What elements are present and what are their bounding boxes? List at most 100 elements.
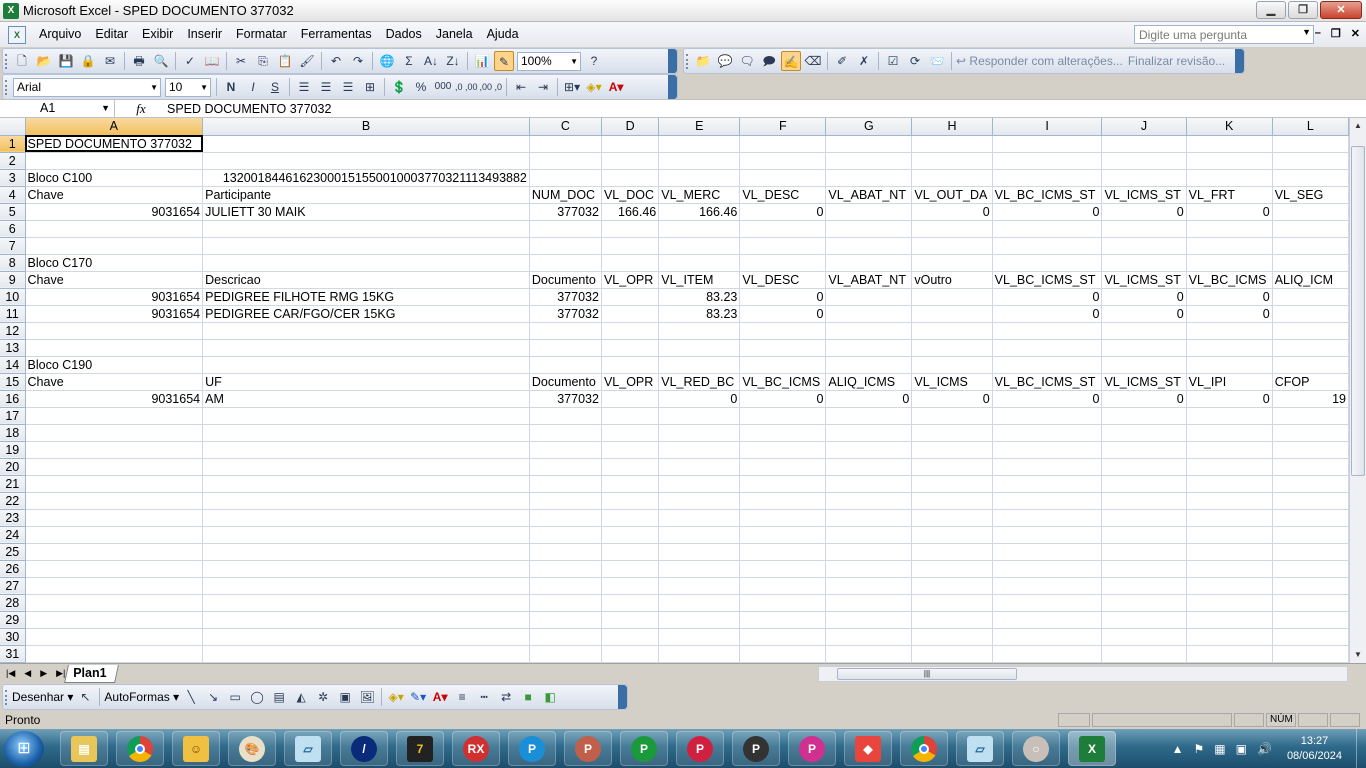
cell[interactable] (529, 526, 602, 544)
diagram-icon[interactable]: ✲ (313, 687, 333, 707)
cell[interactable] (529, 152, 602, 170)
row-header[interactable]: 12 (0, 322, 26, 340)
cell[interactable] (739, 611, 827, 629)
sort-descending-icon[interactable]: Z↓ (443, 51, 463, 71)
cell[interactable] (1186, 645, 1273, 663)
cell[interactable] (911, 645, 993, 663)
cell[interactable]: VL_ABAT_NT (825, 186, 913, 204)
cell[interactable] (601, 220, 660, 238)
row-header[interactable]: 7 (0, 237, 26, 255)
column-header[interactable]: J (1101, 118, 1187, 136)
dash-style-icon[interactable]: ┅ (474, 687, 494, 707)
cell[interactable] (739, 407, 827, 425)
picture-icon[interactable]: 🖼 (357, 687, 377, 707)
cell[interactable] (739, 458, 827, 476)
cell[interactable] (658, 509, 741, 527)
taskbar-app-p1[interactable]: P (508, 731, 556, 766)
cell[interactable] (825, 407, 913, 425)
shadow-icon[interactable]: ■ (518, 687, 538, 707)
cell[interactable] (202, 645, 530, 663)
cell[interactable]: 377032 (529, 305, 602, 323)
row-header[interactable]: 30 (0, 628, 26, 646)
cell[interactable] (601, 645, 660, 663)
cell[interactable] (992, 577, 1103, 595)
tab-plan1[interactable]: Plan1 (64, 664, 120, 683)
cell[interactable] (1272, 577, 1349, 595)
cell[interactable]: 377032 (529, 203, 602, 221)
menu-ferramentas[interactable]: Ferramentas (294, 22, 379, 47)
cell[interactable]: 19 (1272, 390, 1349, 408)
cell[interactable] (658, 237, 741, 255)
cell[interactable] (601, 390, 660, 408)
row-header[interactable]: 4 (0, 186, 26, 204)
taskbar-chrome[interactable] (116, 731, 164, 766)
cell[interactable] (25, 475, 204, 493)
cell[interactable] (911, 356, 993, 374)
select-objects-icon[interactable]: ↖ (75, 687, 95, 707)
cell[interactable] (658, 169, 741, 187)
row-header[interactable]: 13 (0, 339, 26, 357)
cell[interactable] (601, 237, 660, 255)
cell[interactable] (1186, 594, 1273, 612)
cell[interactable]: VL_ABAT_NT (825, 271, 913, 289)
cell[interactable] (911, 577, 993, 595)
cell[interactable] (992, 492, 1103, 510)
cut-icon[interactable]: ✂ (231, 51, 251, 71)
worksheet-table[interactable]: ABCDEFGHIJKL 1 SPED DOCUMENTO 377032 2 3 Blo… (0, 118, 1349, 663)
menu-arquivo[interactable]: Arquivo (32, 22, 88, 47)
new-comment-icon[interactable]: 🗩 (759, 51, 779, 71)
cell[interactable] (911, 152, 993, 170)
cell[interactable] (825, 424, 913, 442)
row-header[interactable]: 8 (0, 254, 26, 272)
cell[interactable] (825, 305, 913, 323)
cell[interactable]: VL_OPR (601, 373, 660, 391)
cell[interactable] (658, 407, 741, 425)
cell[interactable]: AM (202, 390, 530, 408)
end-review-button[interactable]: Finalizar revisão... (1128, 51, 1225, 71)
menu-formatar[interactable]: Formatar (229, 22, 294, 47)
cell[interactable] (25, 492, 204, 510)
cell[interactable] (25, 543, 204, 561)
thousands-button[interactable]: 000 (433, 77, 453, 97)
cell[interactable] (1101, 339, 1187, 357)
cell[interactable] (202, 254, 530, 272)
scroll-down-icon[interactable]: ▼ (1350, 647, 1366, 663)
taskbar-rx[interactable]: RX (452, 731, 500, 766)
cell[interactable]: 83.23 (658, 288, 741, 306)
cell[interactable]: VL_BC_ICMS_ST (992, 373, 1103, 391)
cell[interactable] (1101, 220, 1187, 238)
cell[interactable] (658, 560, 741, 578)
cell[interactable]: 0 (1101, 288, 1187, 306)
cell[interactable] (1186, 475, 1273, 493)
cell[interactable] (1272, 356, 1349, 374)
cell[interactable] (202, 628, 530, 646)
cell[interactable] (825, 237, 913, 255)
cell[interactable] (992, 424, 1103, 442)
folder-icon[interactable]: 📁 (693, 51, 713, 71)
row-header[interactable]: 6 (0, 220, 26, 238)
taskbar-app-p6[interactable]: P (788, 731, 836, 766)
cell[interactable] (601, 169, 660, 187)
cell[interactable] (1272, 594, 1349, 612)
toolbar-grip[interactable] (5, 54, 8, 69)
cell[interactable] (825, 458, 913, 476)
cell[interactable] (1186, 152, 1273, 170)
cell[interactable] (658, 220, 741, 238)
cell[interactable] (992, 254, 1103, 272)
chevron-down-icon[interactable]: ▼ (101, 100, 110, 117)
menu-dados[interactable]: Dados (379, 22, 429, 47)
cell[interactable] (739, 254, 827, 272)
cell[interactable]: VL_FRT (1186, 186, 1273, 204)
paste-icon[interactable]: 📋 (275, 51, 295, 71)
font-select[interactable]: Arial ▼ (13, 77, 161, 97)
cell[interactable]: 166.46 (601, 203, 660, 221)
cell[interactable] (739, 492, 827, 510)
cell[interactable] (992, 560, 1103, 578)
cell[interactable] (911, 339, 993, 357)
cell[interactable] (911, 458, 993, 476)
toolbar-grip[interactable] (5, 80, 8, 95)
cell[interactable] (25, 220, 204, 238)
cell[interactable] (601, 441, 660, 459)
cell[interactable] (529, 441, 602, 459)
show-hidden-icons[interactable]: ▲ (1172, 742, 1184, 756)
